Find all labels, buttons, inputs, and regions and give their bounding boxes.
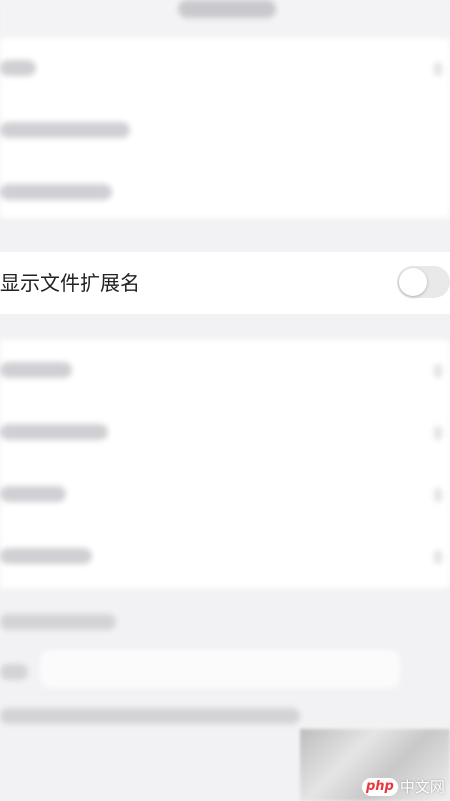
logo-badge: php — [362, 778, 398, 796]
watermark-logo: php 中文网 — [362, 774, 448, 800]
chevron-right-icon — [434, 550, 442, 564]
section-footer-placeholder — [0, 664, 28, 680]
settings-row-label-placeholder — [0, 548, 92, 564]
settings-group-bottom — [0, 340, 450, 588]
settings-row-label-placeholder — [0, 60, 36, 76]
logo-text: 中文网 — [399, 778, 445, 796]
settings-row-label-placeholder — [0, 486, 66, 502]
show-file-extension-toggle[interactable] — [397, 266, 450, 298]
chevron-right-icon — [434, 426, 442, 440]
section-footer-placeholder — [0, 708, 300, 724]
settings-row[interactable] — [0, 162, 450, 224]
settings-row[interactable] — [0, 340, 450, 402]
page-title-placeholder — [178, 0, 276, 18]
section-footer-placeholder — [0, 614, 116, 630]
settings-row-label-placeholder — [0, 424, 108, 440]
title-bar — [0, 0, 450, 38]
chevron-right-icon — [434, 364, 442, 378]
settings-row[interactable] — [0, 402, 450, 464]
settings-row-label-placeholder — [0, 122, 130, 138]
settings-row-label-placeholder — [0, 184, 112, 200]
settings-row[interactable] — [0, 100, 450, 162]
settings-row[interactable] — [0, 464, 450, 526]
settings-row[interactable] — [0, 526, 450, 588]
toggle-knob — [399, 268, 427, 296]
chevron-right-icon — [434, 488, 442, 502]
settings-group-top — [0, 38, 450, 218]
show-file-extension-row: 显示文件扩展名 — [0, 252, 450, 314]
settings-row[interactable] — [0, 38, 450, 100]
blurred-bar — [40, 650, 400, 688]
settings-row-label-placeholder — [0, 362, 72, 378]
show-file-extension-label: 显示文件扩展名 — [0, 271, 140, 295]
chevron-right-icon — [434, 62, 442, 76]
